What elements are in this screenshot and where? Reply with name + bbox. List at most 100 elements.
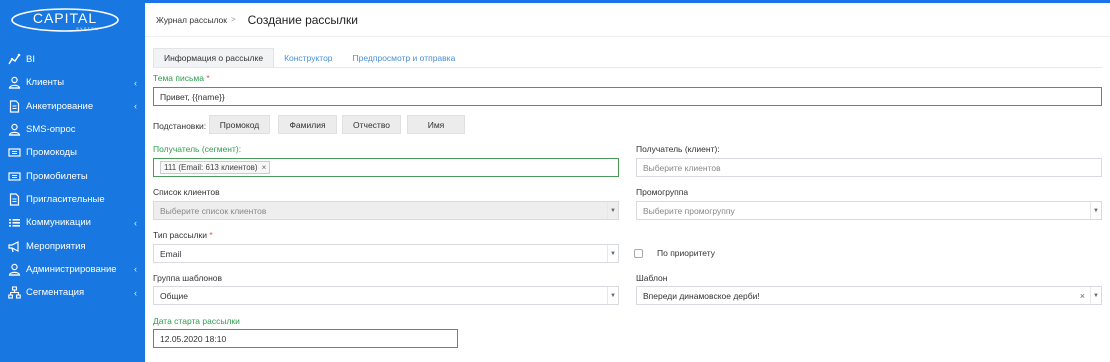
user-icon (7, 76, 21, 90)
sidebar-item-label: Промобилеты (26, 170, 88, 182)
subject-label-text: Тема письма (153, 73, 204, 83)
svg-text:CAPITAL: CAPITAL (33, 10, 97, 26)
substitution-lastname-button[interactable]: Фамилия (278, 115, 337, 134)
sidebar-item-label: Анкетирование (26, 100, 94, 112)
tab-preview-send[interactable]: Предпросмотр и отправка (343, 48, 466, 67)
recipient-client-placeholder: Выберите клиентов (643, 162, 721, 173)
client-list-label: Список клиентов (153, 187, 220, 197)
clear-icon[interactable]: × (1080, 287, 1085, 304)
sidebar-item-6[interactable]: Пригласительные (0, 188, 145, 211)
subject-label: Тема письма * (153, 73, 210, 83)
document-icon (7, 192, 21, 206)
sitemap-icon (7, 286, 21, 300)
required-mark: * (206, 73, 210, 83)
sidebar-item-label: Коммуникации (26, 217, 91, 229)
priority-checkbox[interactable] (634, 249, 643, 258)
tab-divider (153, 67, 1102, 68)
promo-group-placeholder: Выберите промогруппу (643, 205, 735, 216)
client-list-select: Выберите список клиентов ▼ (153, 201, 619, 220)
sidebar-item-label: Клиенты (26, 77, 65, 89)
sidebar-item-label: BI (26, 54, 35, 66)
chevron-left-icon: ‹ (134, 287, 137, 298)
mailing-type-select[interactable]: Email ▼ (153, 244, 619, 263)
chevron-left-icon: ‹ (134, 217, 137, 228)
mailing-type-label: Тип рассылки * (153, 230, 213, 240)
ticket-icon (7, 146, 21, 160)
sidebar-item-3[interactable]: SMS-опрос (0, 118, 145, 141)
segment-chip: 111 (Email: 613 клиентов) × (160, 161, 271, 174)
priority-label: По приоритету (657, 248, 715, 258)
list-icon (7, 216, 21, 230)
mailing-type-label-text: Тип рассылки (153, 230, 208, 240)
chevron-left-icon: ‹ (134, 264, 137, 275)
sidebar-item-9[interactable]: Администрирование ‹ (0, 258, 145, 281)
chip-remove-icon[interactable]: × (262, 163, 267, 172)
page-header: Журнал рассылок > Создание рассылки (145, 3, 1110, 37)
subject-input[interactable]: Привет, {{name}} (153, 87, 1102, 106)
sidebar-item-1[interactable]: Клиенты ‹ (0, 71, 145, 94)
template-group-value: Общие (160, 290, 188, 301)
document-icon (7, 99, 21, 113)
sidebar-item-7[interactable]: Коммуникации ‹ (0, 211, 145, 234)
promo-group-label: Промогруппа (636, 187, 689, 197)
megaphone-icon (7, 239, 21, 253)
template-label: Шаблон (636, 273, 668, 283)
client-list-placeholder: Выберите список клиентов (160, 205, 267, 216)
breadcrumb-separator: > (230, 15, 236, 24)
page-title: Создание рассылки (247, 12, 359, 27)
template-value: Впереди динамовское дерби! (643, 290, 760, 301)
ticket-icon (7, 169, 21, 183)
substitution-firstname-button[interactable]: Имя (407, 115, 465, 134)
tabs: Информация о рассылке Конструктор Предпр… (153, 48, 465, 67)
chevron-left-icon: ‹ (134, 101, 137, 112)
chevron-down-icon[interactable]: ▼ (607, 287, 618, 304)
tab-mailing-info[interactable]: Информация о рассылке (153, 48, 275, 67)
start-date-input[interactable]: 12.05.2020 18:10 (153, 329, 458, 348)
start-date-label: Дата старта рассылки (153, 316, 240, 326)
template-group-label: Группа шаблонов (153, 273, 223, 283)
segment-chip-text: 111 (Email: 613 клиентов) (164, 163, 258, 172)
user-icon (7, 262, 21, 276)
chart-line-icon (7, 53, 21, 67)
substitution-patronymic-button[interactable]: Отчество (342, 115, 401, 134)
sidebar-item-10[interactable]: Сегментация ‹ (0, 281, 145, 304)
chevron-left-icon: ‹ (134, 77, 137, 88)
logo[interactable]: CAPITAL SYSTEM (0, 0, 145, 40)
sidebar-item-label: Сегментация (26, 287, 85, 299)
recipient-client-input[interactable]: Выберите клиентов (636, 158, 1102, 177)
user-icon (7, 123, 21, 137)
sidebar-item-label: Мероприятия (26, 240, 86, 252)
breadcrumb-mailing-journal[interactable]: Журнал рассылок (156, 15, 227, 25)
sidebar-item-label: Пригласительные (26, 193, 105, 205)
sidebar-item-8[interactable]: Мероприятия (0, 234, 145, 257)
sidebar-item-2[interactable]: Анкетирование ‹ (0, 95, 145, 118)
svg-text:SYSTEM: SYSTEM (76, 27, 99, 31)
substitutions-label: Подстановки: (153, 121, 207, 131)
chevron-down-icon: ▼ (607, 202, 618, 219)
start-date-value: 12.05.2020 18:10 (160, 333, 227, 344)
sidebar-item-label: Администрирование (26, 263, 117, 275)
sidebar-item-label: SMS-опрос (26, 124, 76, 136)
mailing-type-value: Email (160, 248, 182, 259)
sidebar-item-4[interactable]: Промокоды (0, 141, 145, 164)
recipient-segment-label: Получатель (сегмент): (153, 144, 242, 154)
main-content: Информация о рассылке Конструктор Предпр… (145, 37, 1110, 362)
promo-group-select[interactable]: Выберите промогруппу ▼ (636, 201, 1102, 220)
capital-logo-icon: CAPITAL SYSTEM (11, 8, 119, 32)
tab-constructor[interactable]: Конструктор (274, 48, 342, 67)
sidebar-item-label: Промокоды (26, 147, 77, 159)
chevron-down-icon[interactable]: ▼ (607, 245, 618, 262)
required-mark: * (209, 230, 213, 240)
sidebar-item-5[interactable]: Промобилеты (0, 164, 145, 187)
template-select[interactable]: Впереди динамовское дерби! × ▼ (636, 286, 1102, 305)
substitution-promocode-button[interactable]: Промокод (209, 115, 270, 134)
chevron-down-icon[interactable]: ▼ (1090, 202, 1101, 219)
sidebar-item-0[interactable]: BI (0, 48, 145, 71)
chevron-down-icon[interactable]: ▼ (1090, 287, 1101, 304)
sidebar-nav: BI Клиенты ‹ Анкетирование ‹ SMS-опрос Промоко… (0, 48, 145, 304)
recipient-client-label: Получатель (клиент): (636, 144, 720, 154)
recipient-segment-select[interactable]: 111 (Email: 613 клиентов) × (153, 158, 619, 177)
subject-value: Привет, {{name}} (160, 91, 225, 102)
sidebar: CAPITAL SYSTEM BI Клиенты ‹ Анкетирование ‹ S… (0, 0, 145, 362)
template-group-select[interactable]: Общие ▼ (153, 286, 619, 305)
